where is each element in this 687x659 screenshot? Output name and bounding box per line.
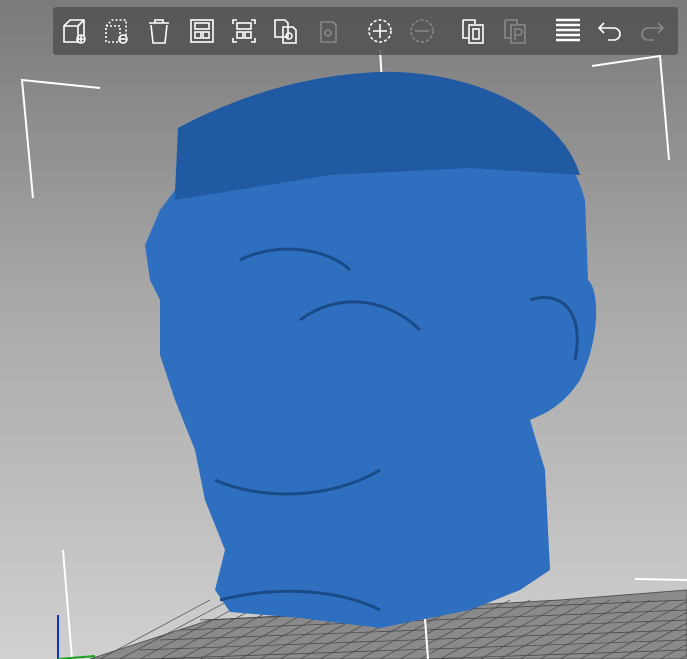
delete-all-button[interactable] <box>143 14 175 48</box>
delete-button[interactable] <box>101 14 133 48</box>
arrange-icon <box>189 19 214 43</box>
paste-icon <box>320 21 338 43</box>
main-toolbar <box>53 7 678 55</box>
arrange-selection-button[interactable] <box>228 14 260 48</box>
split-objects-icon <box>461 19 484 44</box>
add-instance-button[interactable] <box>364 14 396 48</box>
arrange-selection-icon <box>232 19 256 43</box>
redo-button[interactable] <box>636 14 668 48</box>
split-parts-icon <box>504 19 526 44</box>
copy-icon <box>274 19 297 44</box>
add-button[interactable] <box>59 14 91 48</box>
split-objects-button[interactable] <box>458 14 490 48</box>
3d-viewport[interactable] <box>0 0 687 659</box>
add-instance-icon <box>368 19 392 43</box>
layers-editing-button[interactable] <box>551 14 583 48</box>
paste-button[interactable] <box>312 14 344 48</box>
remove-instance-icon <box>410 19 434 43</box>
add-object-icon <box>63 19 86 44</box>
redo-icon <box>641 22 665 41</box>
trash-icon <box>149 19 170 44</box>
arrange-button[interactable] <box>186 14 218 48</box>
remove-instance-button[interactable] <box>406 14 438 48</box>
layers-editing-icon <box>555 18 580 42</box>
copy-button[interactable] <box>270 14 302 48</box>
scene-graphics <box>20 49 687 659</box>
undo-button[interactable] <box>594 14 626 48</box>
delete-object-icon <box>105 19 129 44</box>
split-parts-button[interactable] <box>500 14 532 48</box>
axes <box>57 615 96 659</box>
undo-icon <box>597 22 621 41</box>
